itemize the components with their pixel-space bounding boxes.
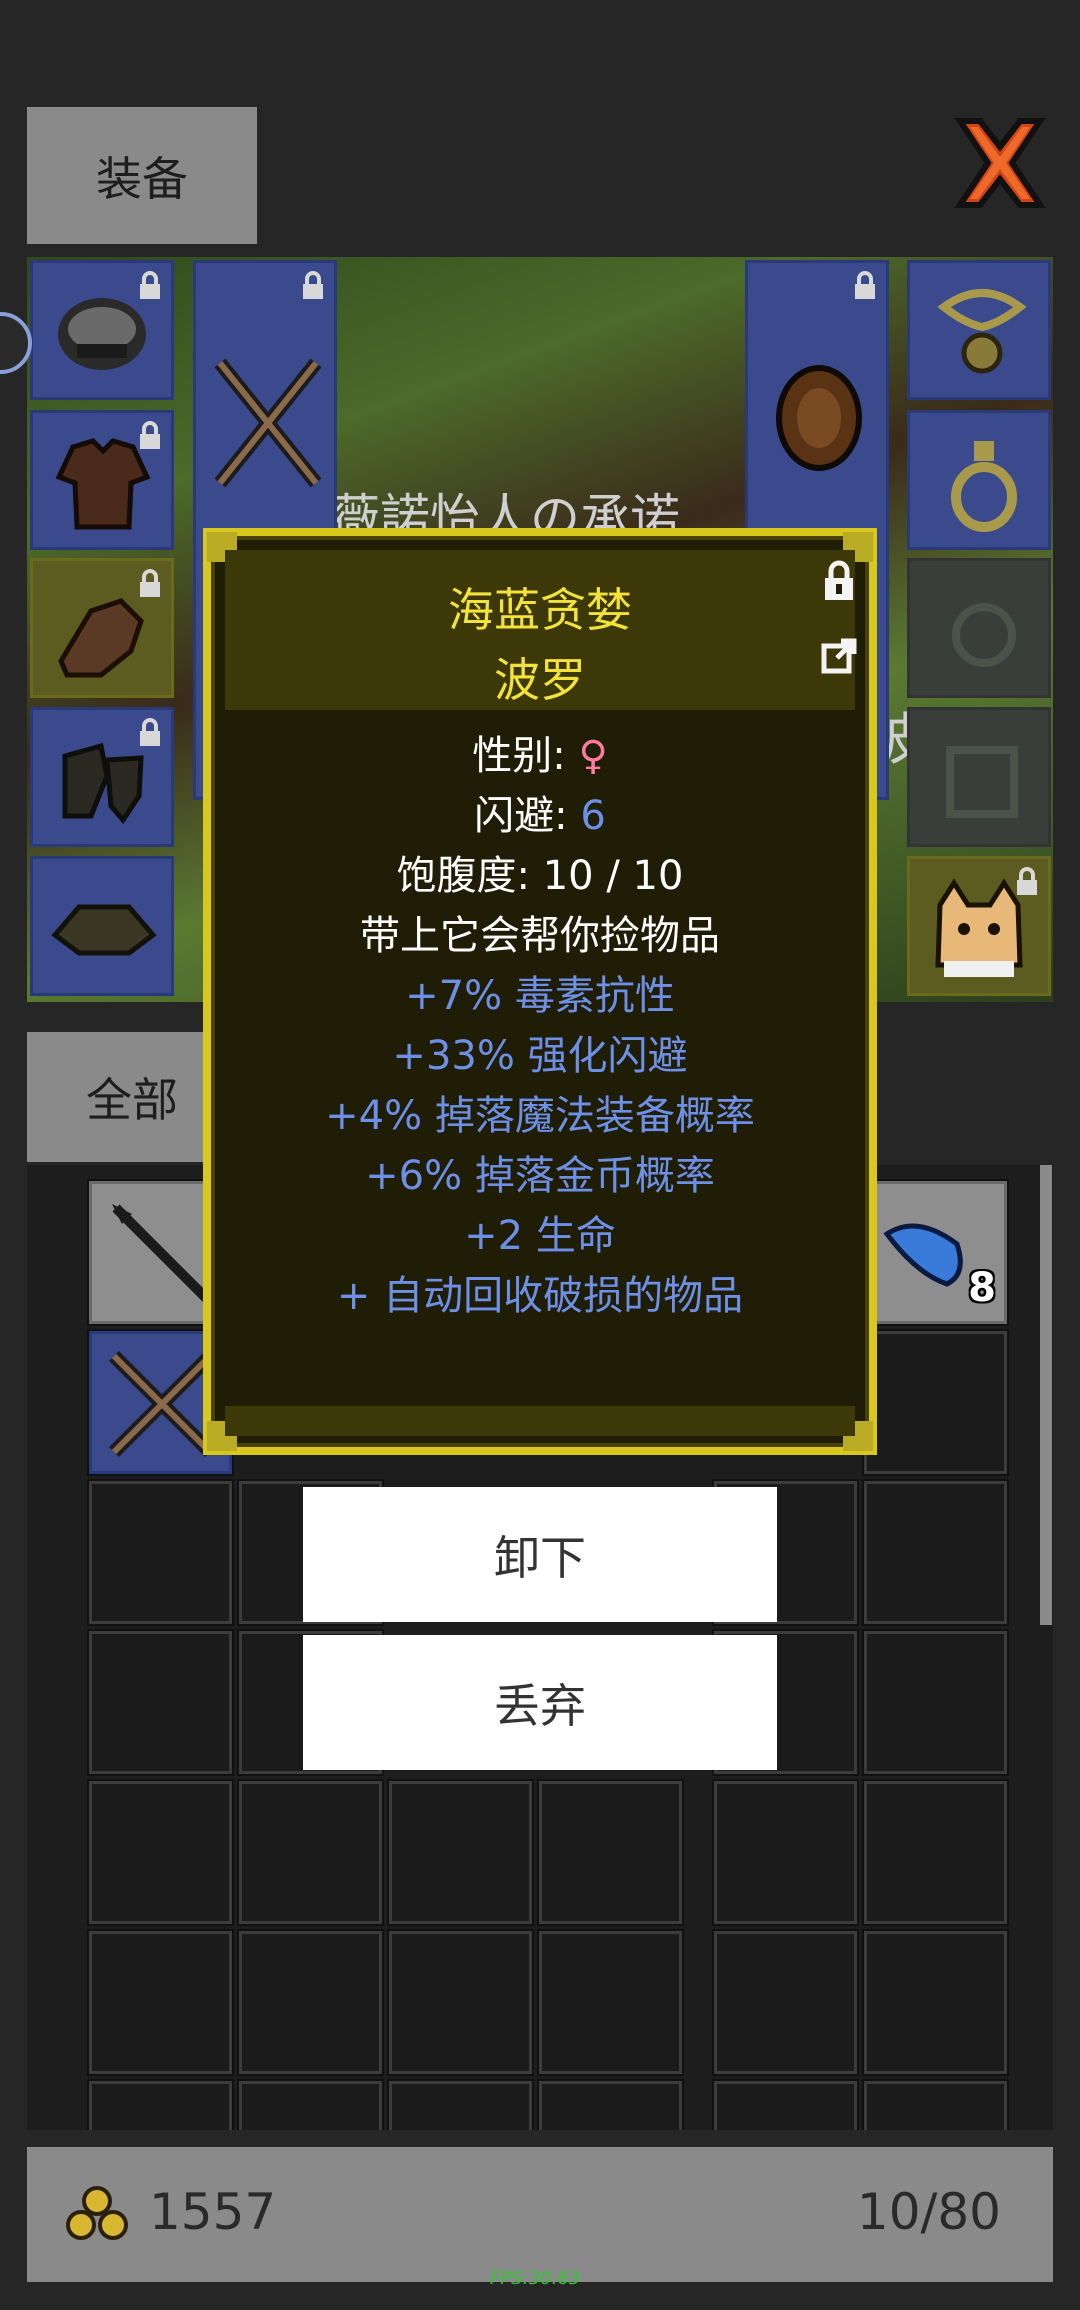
bag-slot[interactable] <box>537 2079 684 2130</box>
bag-slot[interactable] <box>862 1629 1009 1776</box>
ring-icon <box>951 441 1017 532</box>
tab-equipment[interactable]: 装备 <box>27 107 257 244</box>
amulet-slot[interactable] <box>907 260 1051 400</box>
bag-slot-feather[interactable]: 8 <box>862 1179 1009 1326</box>
helmet-slot[interactable] <box>30 260 174 400</box>
bonus-line: +7% 毒素抗性 <box>405 973 675 1019</box>
bag-slot[interactable] <box>712 2079 859 2130</box>
bag-slot[interactable] <box>87 1479 234 1626</box>
armor-slot[interactable] <box>30 410 174 550</box>
bag-slot[interactable] <box>862 1779 1009 1926</box>
bag-slot[interactable] <box>712 1929 859 2076</box>
fps-counter: FPS:30.63 <box>490 2268 581 2289</box>
bag-slot[interactable] <box>862 1929 1009 2076</box>
shield-icon <box>776 365 862 471</box>
evasion-label: 闪避: <box>474 793 581 839</box>
bag-slot[interactable] <box>862 2079 1009 2130</box>
gloves-icon <box>58 598 144 678</box>
drop-button[interactable]: 丢弃 <box>303 1635 777 1770</box>
cat-pet-icon <box>935 878 1023 977</box>
ring-slot-2[interactable] <box>907 558 1051 698</box>
bag-slot[interactable] <box>87 1929 234 2076</box>
ring-placeholder-icon <box>952 603 1016 667</box>
description-line: 带上它会帮你捡物品 <box>360 913 720 959</box>
armor-icon <box>55 438 151 530</box>
helmet-icon <box>58 298 146 370</box>
artifact-placeholder-icon <box>946 746 1018 818</box>
bag-slot[interactable] <box>712 1779 859 1926</box>
bag-slot[interactable] <box>237 2079 384 2130</box>
bag-slot[interactable] <box>87 1779 234 1926</box>
stack-count: 8 <box>968 1265 996 1311</box>
bag-capacity: 10/80 <box>856 2183 1001 2241</box>
bag-slot[interactable] <box>387 2079 534 2130</box>
scrollbar[interactable] <box>1040 1165 1052 1625</box>
bag-slot[interactable] <box>862 1479 1009 1626</box>
satiety-line: 饱腹度: 10 / 10 <box>396 853 684 899</box>
lock-icon <box>303 271 323 299</box>
bag-slot[interactable] <box>387 1929 534 2076</box>
amulet-icon <box>937 289 1027 374</box>
gold-coins-icon <box>66 2186 128 2240</box>
bonus-line: +33% 强化闪避 <box>392 1033 688 1079</box>
bag-slot[interactable] <box>537 1929 684 2076</box>
bag-slot[interactable] <box>237 1929 384 2076</box>
evasion-value: 6 <box>580 793 606 839</box>
gender-line: 性别: ♀ <box>211 726 869 786</box>
bag-slot[interactable] <box>237 1779 384 1926</box>
unequip-button[interactable]: 卸下 <box>303 1487 777 1622</box>
bag-slot[interactable] <box>387 1779 534 1926</box>
pet-slot[interactable] <box>907 856 1051 996</box>
item-info-popup: 海蓝贪婪 波罗 性别: ♀ 闪避: 6 饱腹度: 10 / 10 带上它会帮你捡… <box>203 528 877 1455</box>
belt-icon <box>51 904 157 956</box>
bag-slot[interactable] <box>87 1629 234 1776</box>
boots-icon <box>62 742 144 825</box>
gender-value: ♀ <box>578 733 608 779</box>
lock-icon <box>855 271 875 299</box>
item-name-line1: 海蓝贪婪 <box>448 583 632 637</box>
crossed-swords-icon <box>214 358 322 488</box>
evasion-line: 闪避: 6 <box>211 786 869 846</box>
gender-label: 性别: <box>472 733 579 779</box>
bonus-line: + 自动回收破损的物品 <box>336 1273 744 1319</box>
bag-slot[interactable] <box>87 2079 234 2130</box>
gold-amount: 1557 <box>149 2183 277 2241</box>
feather-icon <box>883 1223 963 1287</box>
item-name-line2: 波罗 <box>494 653 586 707</box>
artifact-slot[interactable] <box>907 707 1051 847</box>
bag-slot[interactable] <box>862 1329 1009 1476</box>
external-link-icon[interactable] <box>821 638 857 674</box>
status-bar: 1557 10/80 <box>27 2147 1053 2282</box>
boots-slot[interactable] <box>30 707 174 847</box>
bag-slot[interactable] <box>537 1779 684 1926</box>
close-icon[interactable] <box>950 115 1050 210</box>
gloves-slot[interactable] <box>30 558 174 698</box>
ring-slot-1[interactable] <box>907 410 1051 550</box>
belt-slot[interactable] <box>30 856 174 996</box>
bonus-line: +2 生命 <box>464 1213 616 1259</box>
bonus-line: +4% 掉落魔法装备概率 <box>325 1093 755 1139</box>
popup-footer-band <box>225 1406 855 1436</box>
bonus-line: +6% 掉落金币概率 <box>365 1153 715 1199</box>
lock-icon[interactable] <box>821 560 857 602</box>
